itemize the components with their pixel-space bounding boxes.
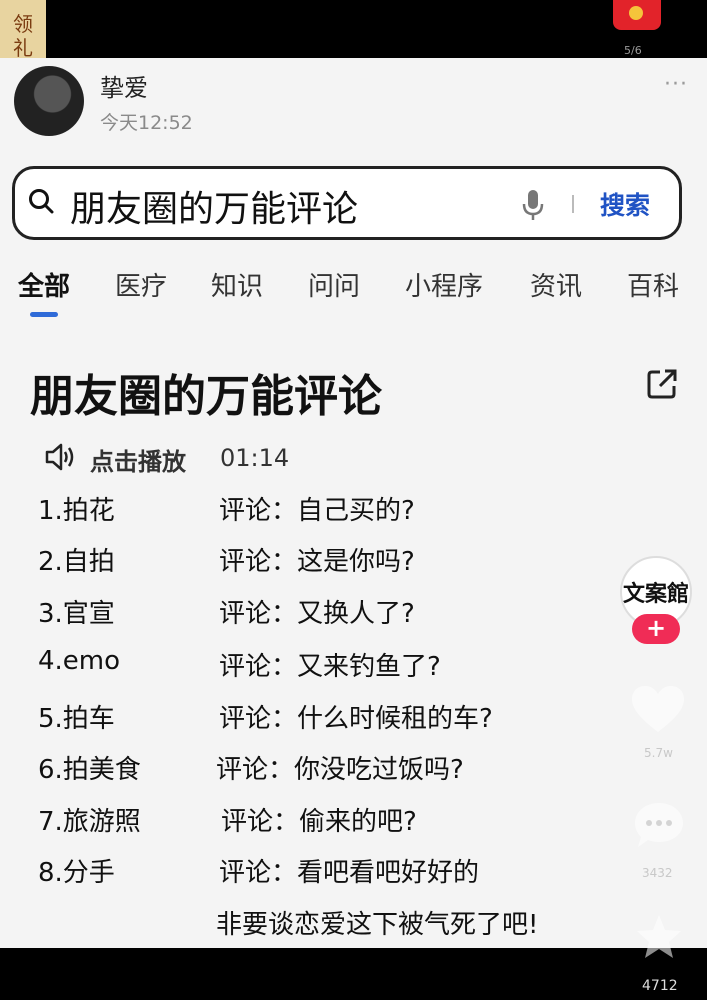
- comment-count: 3432: [642, 866, 673, 880]
- list-item-comment: 评论：看吧看吧好好的: [219, 858, 480, 888]
- list-item-label: 8.分手: [38, 858, 115, 888]
- post-timestamp: 今天12:52: [100, 112, 193, 134]
- list-item-comment: 评论：这是你吗?: [219, 547, 415, 577]
- tab-all[interactable]: 全部: [18, 266, 70, 303]
- like-count: 5.7w: [644, 746, 673, 760]
- list-item-label: 2.自拍: [38, 547, 115, 577]
- comment-icon[interactable]: [632, 800, 686, 850]
- tab-questions[interactable]: 问问: [308, 266, 360, 303]
- favorite-count: 4712: [642, 978, 678, 994]
- tab-encyclopedia[interactable]: 百科: [627, 266, 679, 303]
- search-icon: [29, 189, 54, 214]
- heart-icon[interactable]: [630, 684, 686, 734]
- microphone-icon[interactable]: [521, 188, 545, 222]
- list-item-label: 5.拍车: [38, 704, 115, 734]
- list-item-comment: 评论：又来钓鱼了?: [219, 652, 441, 682]
- tab-news[interactable]: 资讯: [530, 266, 582, 303]
- list-item-label: 3.官宣: [38, 599, 115, 629]
- audio-duration: 01:14: [220, 444, 290, 472]
- share-icon[interactable]: [646, 368, 678, 400]
- list-item-continuation: 非要谈恋爱这下被气死了吧!: [216, 910, 539, 940]
- tab-medical[interactable]: 医疗: [115, 266, 167, 303]
- list-item-comment: 评论：什么时候租的车?: [219, 704, 493, 734]
- search-button[interactable]: 搜索: [600, 186, 650, 222]
- tab-mini-programs[interactable]: 小程序: [405, 266, 483, 303]
- active-tab-indicator: [30, 312, 58, 317]
- speaker-icon[interactable]: [44, 442, 76, 472]
- list-item-label: 6.拍美食: [38, 755, 141, 785]
- tab-knowledge[interactable]: 知识: [211, 266, 263, 303]
- list-item-comment: 评论：又换人了?: [219, 599, 415, 629]
- more-options-icon[interactable]: ···: [664, 72, 688, 97]
- search-divider: [572, 195, 574, 213]
- star-icon[interactable]: [634, 912, 684, 962]
- avatar[interactable]: [14, 66, 84, 136]
- follow-button[interactable]: +: [632, 614, 680, 644]
- username[interactable]: 挚爱: [100, 68, 148, 103]
- list-item-comment: 评论：偷来的吧?: [221, 807, 417, 837]
- list-item-label: 1.拍花: [38, 496, 115, 526]
- article-title: 朋友圈的万能评论: [30, 371, 382, 422]
- list-item-comment: 评论：你没吃过饭吗?: [216, 755, 464, 785]
- gift-badge-char: 领: [13, 12, 33, 36]
- list-item-label: 4.emo: [38, 646, 121, 676]
- list-item-comment: 评论：自己买的?: [219, 496, 415, 526]
- red-envelope-icon[interactable]: [613, 0, 661, 30]
- page-counter: 5/6: [624, 44, 642, 57]
- list-item-label: 7.旅游照: [38, 807, 141, 837]
- search-input[interactable]: 朋友圈的万能评论: [70, 180, 358, 232]
- play-audio-button[interactable]: 点击播放: [90, 442, 186, 477]
- gift-badge-char: 礼: [13, 36, 33, 60]
